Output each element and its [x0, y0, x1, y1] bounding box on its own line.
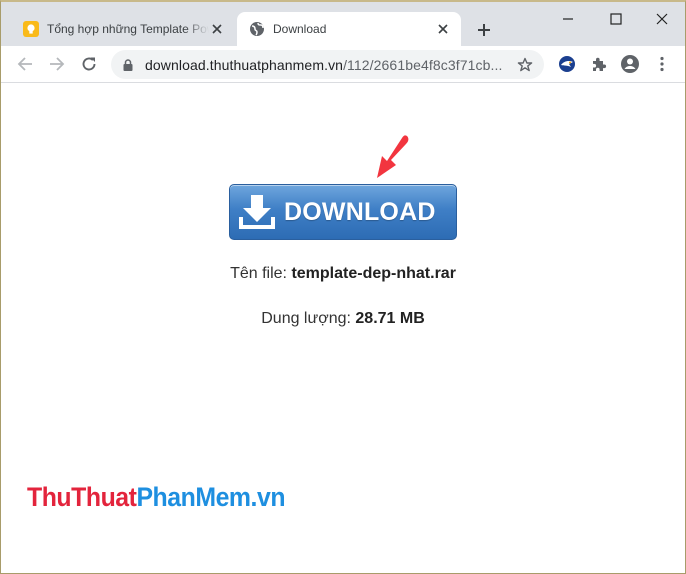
back-button[interactable] — [13, 52, 37, 76]
watermark-part1: ThuThuat — [27, 482, 137, 512]
file-size-row: Dung lượng: 28.71 MB — [1, 310, 685, 328]
url-path: /112/2661be4f8c3f71cb... — [343, 56, 503, 73]
address-bar[interactable]: download.thuthuatphanmem.vn/112/2661be4f… — [111, 50, 544, 79]
tab-title: Tổng hợp những Template PowerPoint — [47, 22, 209, 36]
minimize-button[interactable] — [545, 6, 591, 32]
red-arrow-annotation-icon — [377, 135, 409, 178]
extensions-puzzle-icon[interactable] — [589, 54, 609, 74]
tab-title: Download — [273, 22, 327, 36]
reload-button[interactable] — [77, 52, 101, 76]
close-window-button[interactable] — [639, 6, 685, 32]
lock-icon — [123, 58, 135, 71]
globe-icon — [249, 21, 265, 37]
reload-icon — [82, 57, 96, 71]
lightbulb-icon — [23, 21, 39, 37]
toolbar: download.thuthuatphanmem.vn/112/2661be4f… — [1, 46, 685, 83]
arrow-right-icon — [50, 57, 65, 71]
extension-eagle-icon[interactable] — [557, 54, 577, 74]
watermark-logo: ThuThuatPhanMem.vn — [27, 482, 286, 513]
profile-avatar-icon[interactable] — [620, 54, 640, 74]
download-button-label: DOWNLOAD — [284, 197, 436, 226]
forward-button[interactable] — [45, 52, 69, 76]
browser-window: Tổng hợp những Template PowerPoint Downl… — [0, 0, 686, 574]
tab-download[interactable]: Download — [237, 12, 461, 46]
minimize-icon — [563, 18, 573, 20]
page-content: DOWNLOAD Tên file: template-dep-nhat.rar… — [1, 84, 685, 574]
tab-template-powerpoint[interactable]: Tổng hợp những Template PowerPoint — [9, 12, 235, 46]
download-button[interactable]: DOWNLOAD — [229, 184, 457, 240]
new-tab-button[interactable] — [473, 19, 495, 41]
file-size-label: Dung lượng: — [261, 310, 351, 327]
tab-strip: Tổng hợp những Template PowerPoint Downl… — [1, 2, 685, 46]
file-name-value: template-dep-nhat.rar — [291, 265, 456, 282]
maximize-button[interactable] — [593, 6, 639, 32]
plus-icon — [478, 24, 490, 36]
menu-kebab-icon[interactable] — [652, 54, 672, 74]
maximize-icon — [610, 13, 622, 25]
url-host: download.thuthuatphanmem.vn — [145, 56, 344, 73]
bookmark-star-icon[interactable] — [515, 57, 535, 73]
url-text[interactable]: download.thuthuatphanmem.vn/112/2661be4f… — [145, 57, 515, 73]
close-tab-icon[interactable] — [209, 21, 225, 37]
download-icon — [239, 195, 275, 229]
close-tab-icon[interactable] — [435, 21, 451, 37]
file-name-label: Tên file: — [230, 265, 287, 282]
file-name-row: Tên file: template-dep-nhat.rar — [1, 265, 685, 283]
arrow-left-icon — [17, 57, 32, 71]
watermark-part2: PhanMem.vn — [136, 482, 286, 512]
close-icon — [656, 13, 668, 25]
file-size-value: 28.71 MB — [355, 310, 425, 327]
